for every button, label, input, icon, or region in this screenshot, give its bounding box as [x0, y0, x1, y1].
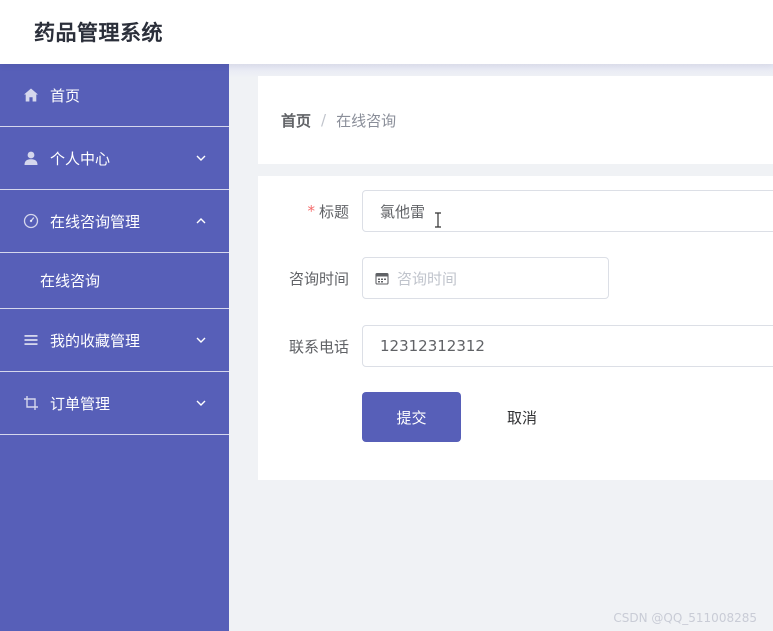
sidebar-item-personal-center[interactable]: 个人中心 [0, 127, 229, 190]
calendar-icon [375, 272, 389, 285]
consult-time-label: 咨询时间 [288, 269, 349, 288]
app-title: 药品管理系统 [34, 21, 163, 45]
sidebar-item-label: 我的收藏管理 [50, 331, 141, 350]
phone-label: 联系电话 [288, 337, 349, 356]
crop-icon [22, 394, 40, 412]
chevron-down-icon [195, 332, 207, 344]
consult-time-picker[interactable]: 咨询时间 [362, 257, 609, 299]
breadcrumb-separator: / [321, 111, 327, 129]
app-window: 药品管理系统 首页 个人中心 在线咨询管理 在线咨询 我的收藏管理 订单管理 首… [0, 0, 773, 631]
sidebar-item-order-management[interactable]: 订单管理 [0, 372, 229, 435]
submit-button[interactable]: 提交 [362, 392, 461, 442]
consult-time-row: 咨询时间 咨询时间 [258, 257, 773, 299]
breadcrumb-home-link[interactable]: 首页 [281, 110, 311, 131]
sidebar-item-consult-management[interactable]: 在线咨询管理 [0, 190, 229, 253]
breadcrumb: 首页 / 在线咨询 [258, 76, 773, 164]
sidebar-item-label: 订单管理 [50, 394, 111, 413]
sidebar-item-label: 首页 [50, 86, 81, 105]
title-label-text: 标题 [318, 202, 349, 221]
title-row: * 标题 [258, 190, 773, 232]
chevron-down-icon [195, 395, 207, 407]
consult-form: * 标题 咨询时间 咨询时间 联系电话 提交 取消 [258, 176, 773, 480]
main-content: 首页 / 在线咨询 * 标题 咨询时间 咨询时间 [229, 64, 773, 631]
sidebar-item-label: 在线咨询管理 [50, 212, 141, 231]
breadcrumb-current: 在线咨询 [336, 111, 397, 130]
user-icon [22, 149, 40, 167]
sidebar-item-favorites-management[interactable]: 我的收藏管理 [0, 309, 229, 372]
chevron-up-icon [195, 213, 207, 225]
sidebar-subitem-online-consult[interactable]: 在线咨询 [0, 253, 229, 309]
home-icon [22, 86, 40, 104]
watermark: CSDN @QQ_511008285 [613, 611, 757, 625]
chevron-down-icon [195, 150, 207, 162]
dashboard-icon [22, 212, 40, 230]
cancel-button[interactable]: 取消 [490, 392, 554, 442]
sidebar-item-label: 个人中心 [50, 149, 111, 168]
phone-input[interactable] [362, 325, 773, 367]
required-mark: * [307, 202, 315, 220]
title-input[interactable] [362, 190, 773, 232]
top-header: 药品管理系统 [0, 0, 773, 64]
title-label: * 标题 [307, 190, 349, 232]
list-icon [22, 331, 40, 349]
sidebar: 首页 个人中心 在线咨询管理 在线咨询 我的收藏管理 订单管理 [0, 64, 229, 631]
sidebar-subitem-label: 在线咨询 [40, 272, 101, 290]
phone-row: 联系电话 [258, 325, 773, 367]
consult-time-placeholder: 咨询时间 [397, 269, 458, 288]
sidebar-item-home[interactable]: 首页 [0, 64, 229, 127]
text-cursor-icon [434, 212, 442, 228]
